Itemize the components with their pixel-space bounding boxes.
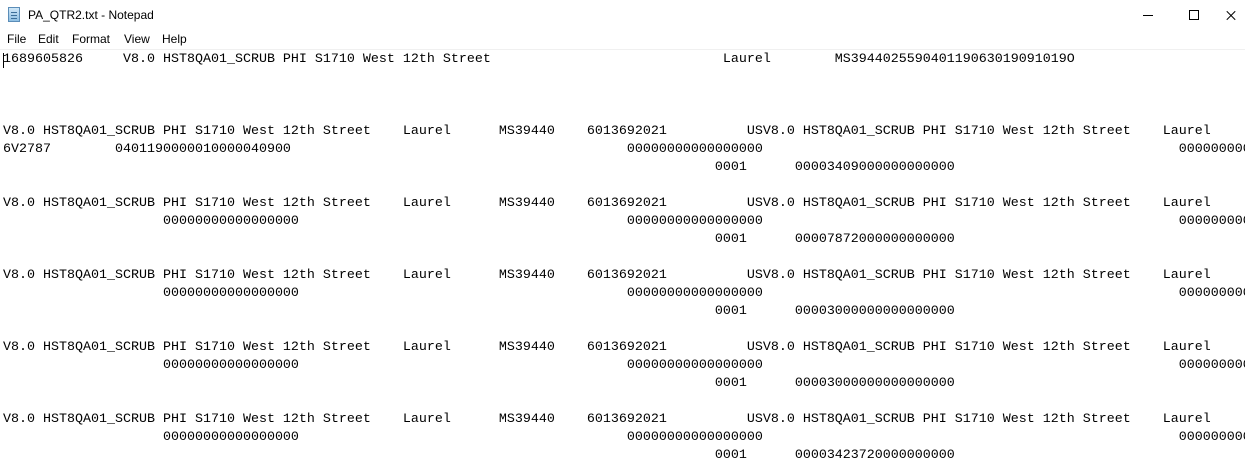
menu-edit[interactable]: Edit: [38, 32, 59, 46]
maximize-button[interactable]: [1171, 0, 1217, 30]
minimize-icon: [1143, 14, 1153, 16]
window-title: PA_QTR2.txt - Notepad: [28, 8, 154, 22]
menu-bar: File Edit Format View Help: [0, 30, 1245, 50]
menu-help[interactable]: Help: [162, 32, 187, 46]
title-bar[interactable]: PA_QTR2.txt - Notepad: [0, 0, 1245, 30]
menu-format[interactable]: Format: [72, 32, 110, 46]
text-editor[interactable]: 1689605826 V8.0 HST8QA01_SCRUB PHI S1710…: [0, 50, 1245, 462]
close-icon: [1225, 9, 1237, 21]
document-text[interactable]: 1689605826 V8.0 HST8QA01_SCRUB PHI S1710…: [3, 51, 1245, 462]
maximize-icon: [1189, 10, 1199, 20]
notepad-icon: [8, 7, 20, 22]
menu-view[interactable]: View: [124, 32, 150, 46]
close-button[interactable]: [1217, 0, 1245, 30]
menu-file[interactable]: File: [7, 32, 26, 46]
minimize-button[interactable]: [1125, 0, 1171, 30]
text-caret: [3, 53, 4, 68]
